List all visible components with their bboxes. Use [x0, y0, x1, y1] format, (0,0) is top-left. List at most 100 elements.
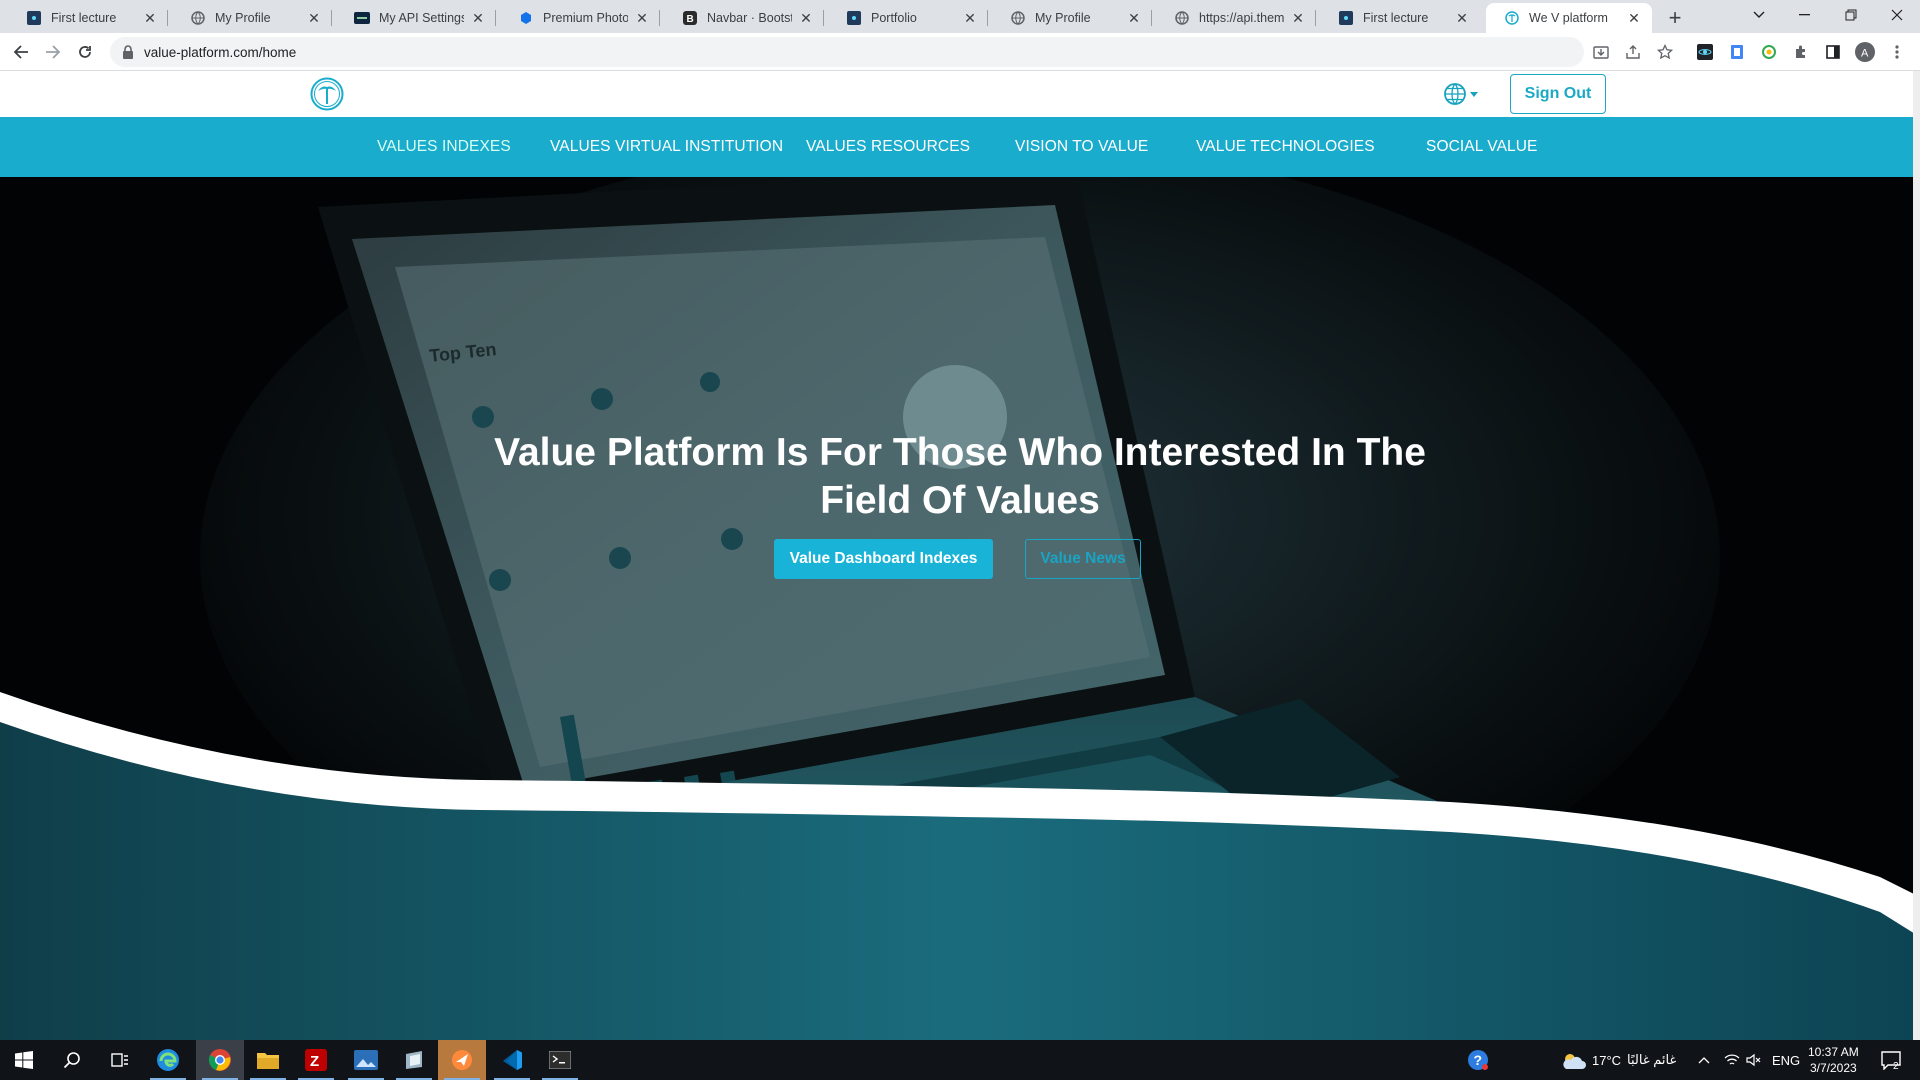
reload-icon[interactable]: [72, 39, 98, 65]
hero-title-line-2: Field Of Values: [820, 479, 1100, 522]
nav-item-values-virtual-institution[interactable]: VALUES VIRTUAL INSTITUTION: [550, 117, 783, 177]
nav-item-values-resources[interactable]: VALUES RESOURCES: [806, 117, 970, 177]
browser-tab[interactable]: Premium Photo | F ✕: [500, 3, 660, 33]
notes-app-icon[interactable]: [390, 1040, 438, 1080]
share-icon[interactable]: [1622, 41, 1644, 63]
install-icon[interactable]: [1590, 41, 1612, 63]
url-text: value-platform.com/home: [144, 44, 297, 60]
close-icon[interactable]: ✕: [306, 10, 322, 26]
tab-title: First lecture: [1363, 11, 1429, 25]
extension-color-icon[interactable]: [1758, 41, 1780, 63]
bookmark-star-icon[interactable]: [1654, 41, 1676, 63]
palm-icon: [1504, 10, 1520, 26]
clock[interactable]: 10:37 AM 3/7/2023: [1808, 1040, 1859, 1080]
edge-icon[interactable]: [144, 1040, 192, 1080]
chevron-up-icon[interactable]: [1698, 1040, 1710, 1080]
tab-title: My Profile: [215, 11, 271, 25]
restore-icon[interactable]: [1828, 0, 1874, 30]
tab-title: Portfolio: [871, 11, 917, 25]
help-icon[interactable]: ?: [1467, 1040, 1489, 1080]
close-icon[interactable]: ✕: [1126, 10, 1142, 26]
browser-tab[interactable]: My Profile ✕: [992, 3, 1152, 33]
browser-tab[interactable]: Portfolio ✕: [828, 3, 988, 33]
tmdb-icon: [354, 10, 370, 26]
wifi-icon[interactable]: [1724, 1040, 1740, 1080]
browser-tab[interactable]: First lecture ✕: [8, 3, 168, 33]
windows-taskbar: Z ? 17°C غائم غالبًا ENG 10:37 AM 3/7/20…: [0, 1040, 1920, 1080]
hero-section: Top Ten Value Platform Is For Those Who …: [0, 177, 1920, 1040]
input-language[interactable]: ENG: [1772, 1040, 1800, 1080]
menu-dots-icon[interactable]: [1886, 41, 1908, 63]
volume-muted-icon[interactable]: [1746, 1040, 1762, 1080]
globe-icon: [1174, 10, 1190, 26]
freepik-icon: [518, 10, 534, 26]
weather-description: غائم غالبًا: [1627, 1052, 1677, 1067]
cloudy-weather-icon: [1563, 1054, 1586, 1069]
nav-item-values-indexes[interactable]: VALUES INDEXES: [377, 117, 511, 177]
side-panel-icon[interactable]: [1822, 41, 1844, 63]
extensions-puzzle-icon[interactable]: [1790, 41, 1812, 63]
weather-widget[interactable]: 17°C غائم غالبًا: [1560, 1040, 1676, 1080]
forward-arrow-icon[interactable]: [40, 39, 66, 65]
tab-title: My Profile: [1035, 11, 1091, 25]
caret-down-icon: [1470, 91, 1478, 97]
vscode-icon[interactable]: [488, 1040, 536, 1080]
language-selector[interactable]: [1443, 82, 1478, 106]
svg-text:B: B: [687, 14, 694, 25]
browser-tab-active[interactable]: We V platform ✕: [1486, 3, 1652, 33]
browser-tab-strip: First lecture ✕ My Profile ✕ My API Sett…: [0, 0, 1920, 33]
close-window-icon[interactable]: [1874, 0, 1920, 30]
tab-search-icon[interactable]: [1736, 0, 1782, 30]
filezilla-icon[interactable]: Z: [292, 1040, 340, 1080]
notification-count: 2: [1893, 1061, 1899, 1070]
task-view-icon[interactable]: [96, 1040, 144, 1080]
value-dashboard-indexes-button[interactable]: Value Dashboard Indexes: [774, 539, 993, 579]
minimize-icon[interactable]: [1782, 0, 1828, 30]
browser-tab[interactable]: B Navbar · Bootstrap ✕: [664, 3, 824, 33]
globe-icon: [1010, 10, 1026, 26]
clock-date: 3/7/2023: [1809, 1061, 1857, 1075]
react-icon: [26, 10, 42, 26]
photos-icon[interactable]: [342, 1040, 390, 1080]
close-icon[interactable]: ✕: [1454, 10, 1470, 26]
svg-text:?: ?: [1474, 1052, 1483, 1068]
main-navigation: VALUES INDEXES VALUES VIRTUAL INSTITUTIO…: [0, 117, 1920, 177]
react-devtools-icon[interactable]: [1694, 41, 1716, 63]
browser-tab[interactable]: First lecture ✕: [1320, 3, 1480, 33]
laptop-background-image: Top Ten: [0, 177, 1920, 1040]
file-explorer-icon[interactable]: [244, 1040, 292, 1080]
site-header: Sign Out: [0, 71, 1920, 117]
notification-center-icon[interactable]: 2: [1880, 1040, 1902, 1080]
page-scrollbar[interactable]: [1913, 71, 1920, 1040]
close-icon[interactable]: ✕: [634, 10, 650, 26]
react-icon: [846, 10, 862, 26]
close-icon[interactable]: ✕: [962, 10, 978, 26]
browser-tab[interactable]: My Profile ✕: [172, 3, 332, 33]
close-icon[interactable]: ✕: [470, 10, 486, 26]
nav-item-value-technologies[interactable]: VALUE TECHNOLOGIES: [1196, 117, 1375, 177]
tab-title: Premium Photo | F: [543, 11, 628, 25]
close-icon[interactable]: ✕: [1626, 10, 1642, 26]
extension-doc-icon[interactable]: [1726, 41, 1748, 63]
terminal-icon[interactable]: [536, 1040, 584, 1080]
nav-item-vision-to-value[interactable]: VISION TO VALUE: [1015, 117, 1148, 177]
new-tab-button[interactable]: +: [1662, 5, 1688, 31]
postman-icon[interactable]: [438, 1040, 486, 1080]
tab-title: We V platform: [1529, 11, 1608, 25]
close-icon[interactable]: ✕: [142, 10, 158, 26]
close-icon[interactable]: ✕: [798, 10, 814, 26]
close-icon[interactable]: ✕: [1290, 10, 1306, 26]
windows-start-icon[interactable]: [0, 1040, 48, 1080]
palm-tree-logo[interactable]: [310, 77, 344, 111]
browser-tab[interactable]: https://api.themov ✕: [1156, 3, 1316, 33]
profile-avatar[interactable]: A: [1854, 41, 1876, 63]
chrome-icon[interactable]: [196, 1040, 244, 1080]
search-icon[interactable]: [48, 1040, 96, 1080]
tab-title: First lecture: [51, 11, 117, 25]
back-arrow-icon[interactable]: [8, 39, 34, 65]
sign-out-button[interactable]: Sign Out: [1510, 74, 1606, 114]
browser-tab[interactable]: My API Settings — ✕: [336, 3, 496, 33]
value-news-button[interactable]: Value News: [1025, 539, 1141, 579]
address-bar[interactable]: value-platform.com/home: [110, 37, 1584, 67]
nav-item-social-value[interactable]: SOCIAL VALUE: [1426, 117, 1537, 177]
